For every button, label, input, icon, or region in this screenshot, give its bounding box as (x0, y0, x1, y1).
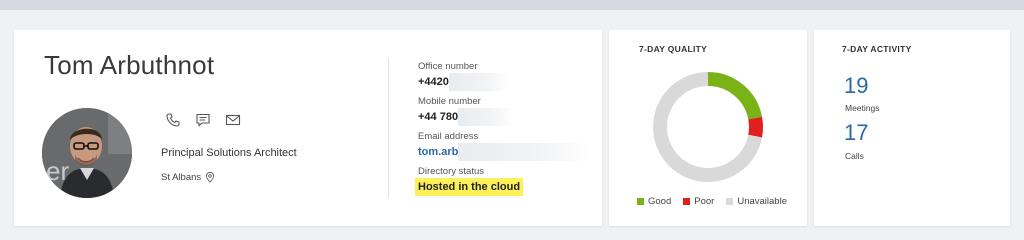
legend-item-good: Good (637, 196, 671, 207)
quality-card: 7-DAY QUALITY Good Poor Unavailable (609, 30, 807, 226)
profile-card: Tom Arbuthnot er Principal Solutions Arc… (14, 30, 602, 226)
contact-fields: Office number +4420 Mobile number +44 78… (415, 61, 591, 201)
quality-legend: Good Poor Unavailable (637, 196, 787, 207)
meetings-label: Meetings (845, 103, 880, 113)
mail-icon[interactable] (225, 112, 241, 128)
meetings-count[interactable]: 19 (844, 73, 868, 99)
directory-status-field: Directory status Hosted in the cloud (415, 166, 590, 201)
user-name: Tom Arbuthnot (44, 50, 215, 80)
redacted-block (448, 73, 509, 91)
location: St Albans (161, 172, 215, 183)
mobile-number-value[interactable]: +44 780 (418, 109, 458, 125)
legend-swatch (683, 198, 691, 205)
phone-icon[interactable] (165, 112, 181, 128)
legend-label: Poor (694, 196, 715, 207)
mobile-number-field: Mobile number +44 780 (418, 96, 590, 131)
legend-item-poor: Poor (683, 196, 714, 207)
location-pin-icon (206, 172, 215, 183)
directory-status-label: Directory status (418, 166, 484, 177)
contact-actions (165, 112, 241, 128)
quality-donut-chart (653, 72, 763, 182)
directory-status-value: Hosted in the cloud (415, 178, 524, 196)
activity-card: 7-DAY ACTIVITY 19 Meetings 17 Calls (814, 30, 1010, 226)
location-label: St Albans (161, 172, 202, 183)
legend-item-unavailable: Unavailable (726, 196, 787, 207)
activity-title: 7-DAY ACTIVITY (842, 44, 912, 54)
legend-swatch (637, 198, 644, 205)
email-address-label: Email address (418, 131, 479, 142)
legend-swatch (726, 198, 734, 205)
quality-title: 7-DAY QUALITY (639, 44, 708, 54)
office-number-value[interactable]: +4420 (418, 74, 449, 90)
office-number-label: Office number (418, 61, 478, 72)
job-title: Principal Solutions Architect (161, 147, 297, 159)
top-bar (0, 0, 1024, 10)
redacted-block (458, 143, 591, 161)
mobile-number-label: Mobile number (418, 96, 481, 107)
redacted-block (458, 108, 515, 126)
legend-label: Unavailable (737, 196, 787, 207)
vertical-divider (388, 58, 389, 198)
chat-icon[interactable] (195, 112, 211, 128)
email-address-value[interactable]: tom.arb (418, 144, 458, 160)
legend-label: Good (648, 196, 672, 207)
calls-label: Calls (845, 151, 864, 161)
calls-count[interactable]: 17 (844, 120, 868, 146)
email-address-field: Email address tom.arb (418, 131, 591, 166)
avatar: er (42, 108, 132, 198)
office-number-field: Office number +4420 (418, 61, 590, 96)
